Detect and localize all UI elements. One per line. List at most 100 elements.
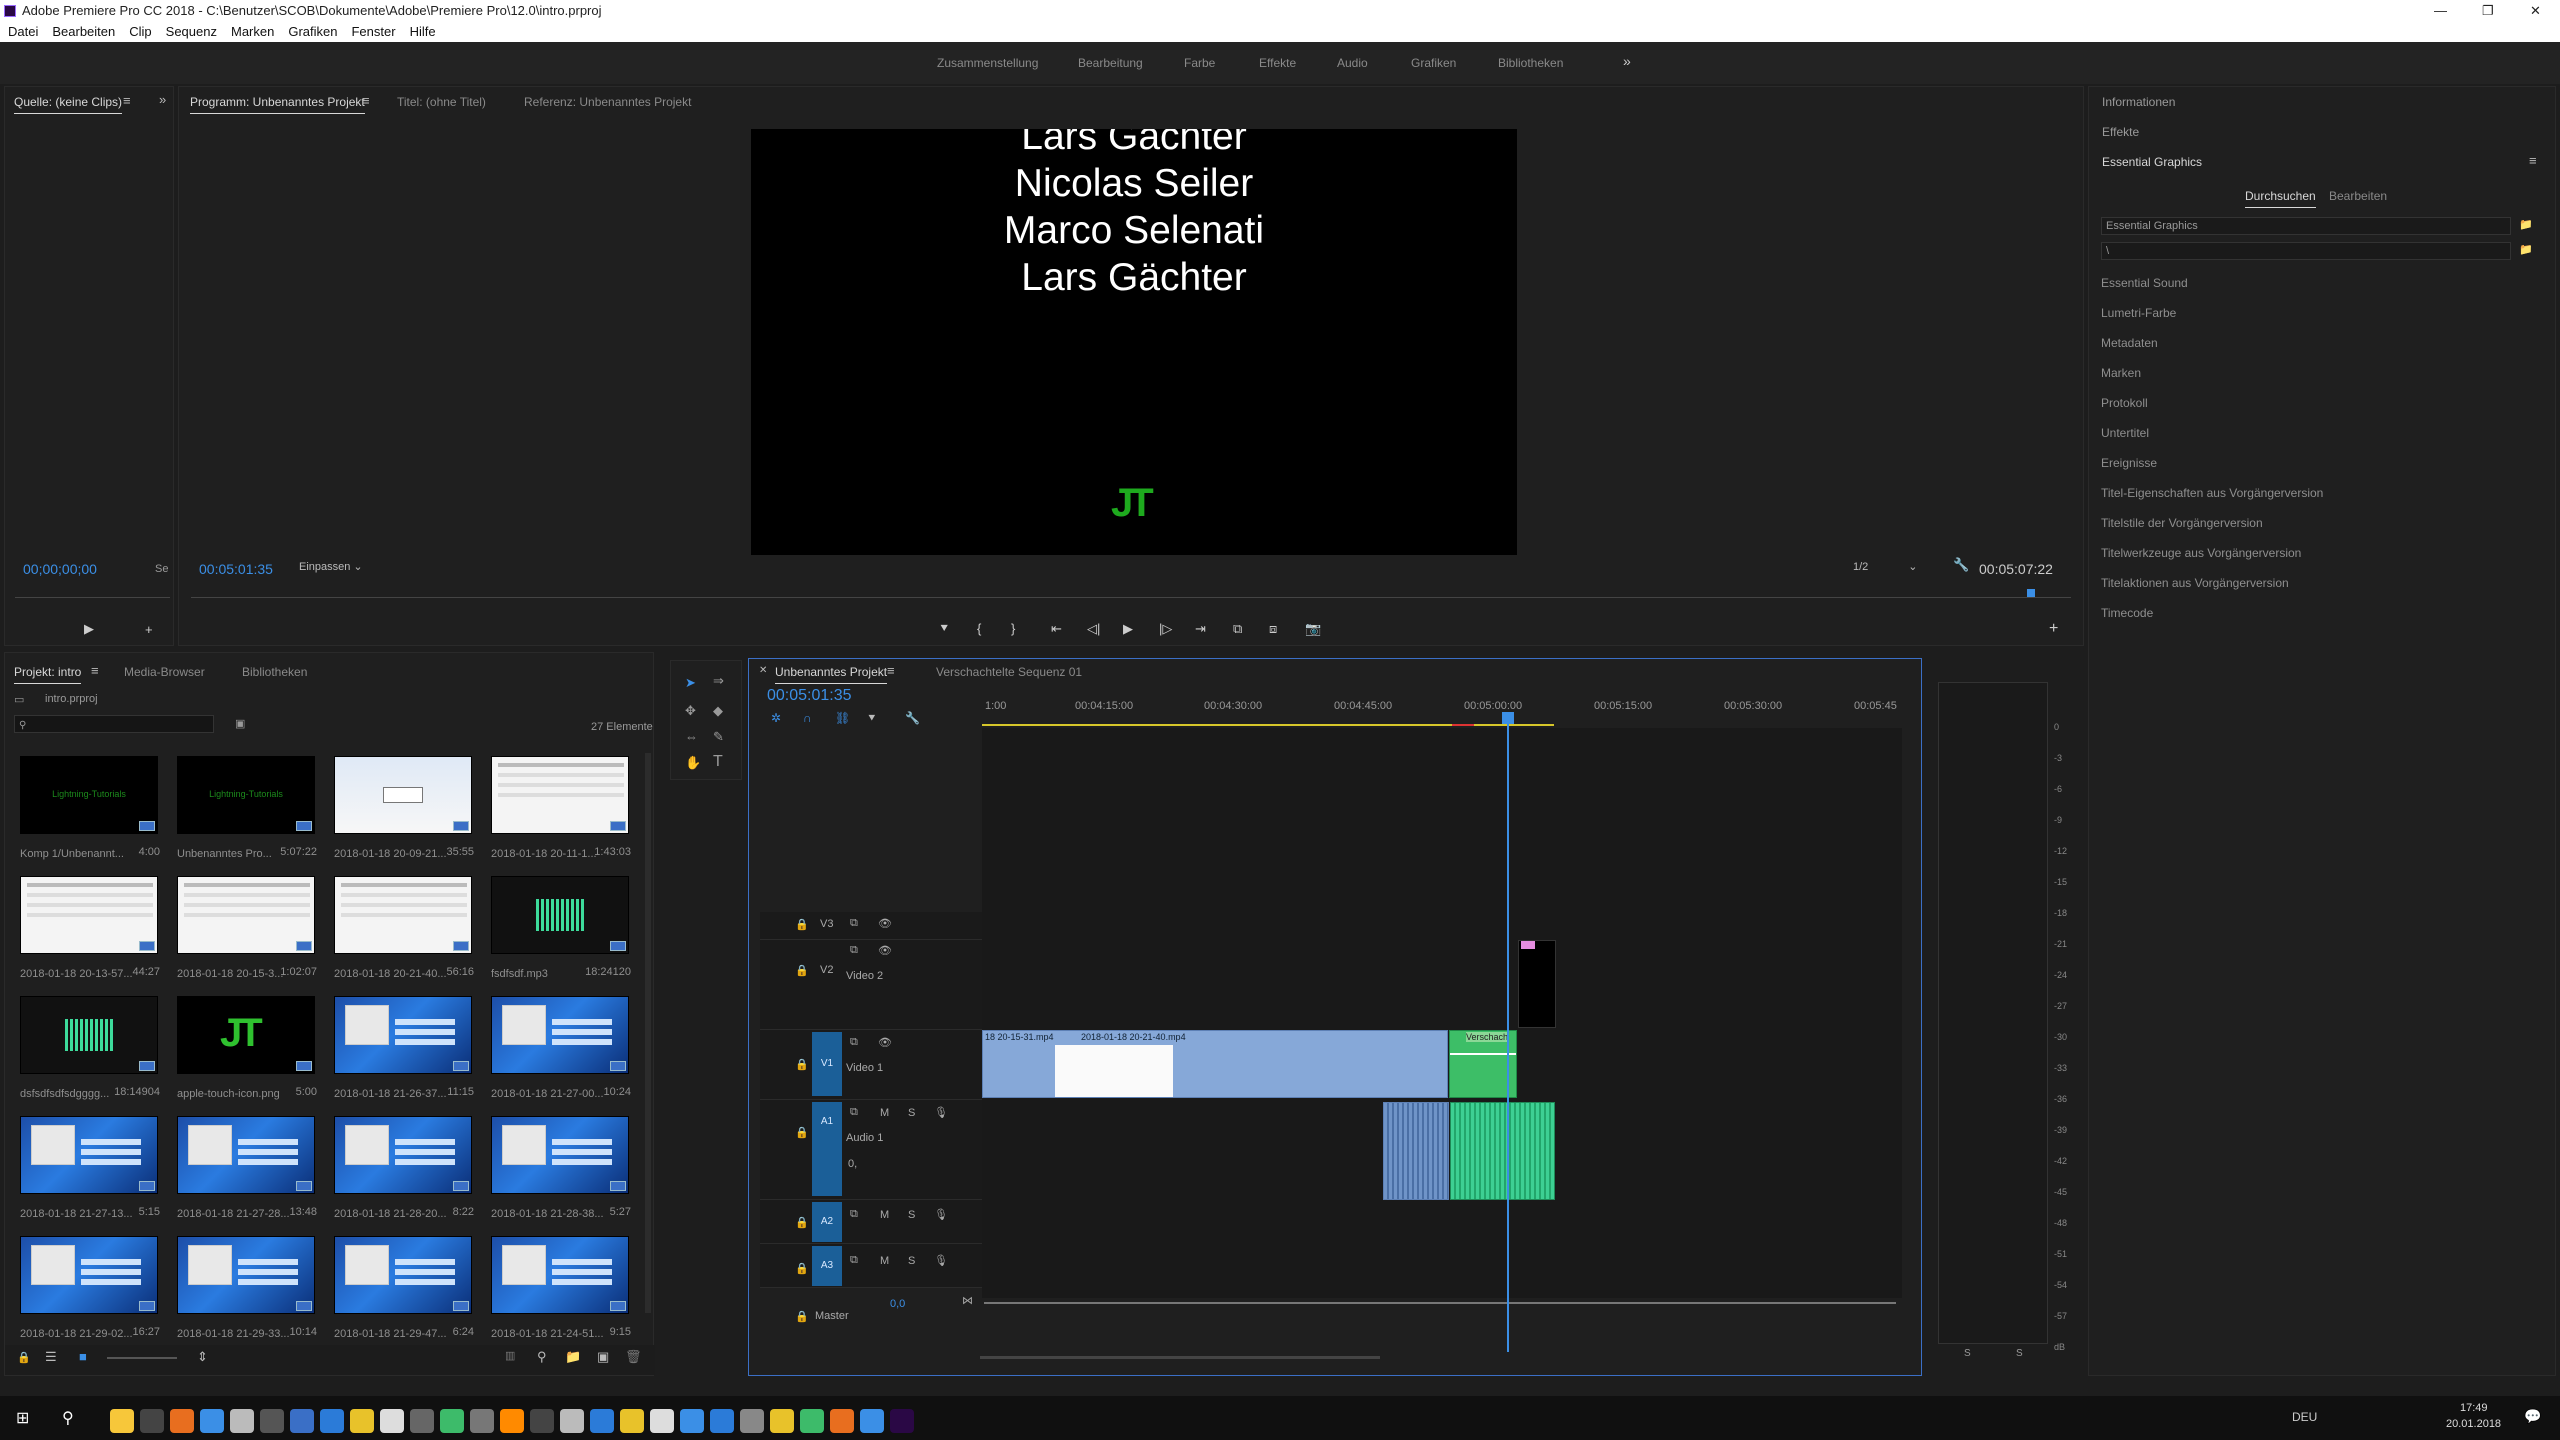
project-item-thumbnail[interactable] [491,756,629,834]
source-patch-v1[interactable]: V1 [812,1032,842,1096]
solo-button[interactable]: S [908,1255,915,1267]
right-panel-item[interactable]: Titelstile der Vorgängerversion [2101,516,2263,530]
eg-folder2-icon[interactable]: 📁 [2519,243,2533,256]
workspace-tab-grafiken[interactable]: Grafiken [1411,56,1456,70]
menu-datei[interactable]: Datei [8,24,38,39]
solo-button[interactable]: S [908,1107,915,1119]
sync-lock-icon[interactable]: ⧉ [850,1036,858,1049]
sync-lock-icon[interactable]: ⧉ [850,917,858,930]
premiere-icon[interactable] [890,1409,914,1433]
eg-path-dropdown[interactable]: \ [2101,242,2511,260]
panel-menu-icon[interactable]: ≡ [123,93,131,108]
app-icon[interactable] [770,1409,794,1433]
project-item-thumbnail[interactable]: Lightning-Tutorials [20,756,158,834]
app-icon[interactable] [590,1409,614,1433]
step-forward-icon[interactable]: |▷ [1159,621,1172,637]
solo-button[interactable]: S [908,1209,915,1221]
menu-hilfe[interactable]: Hilfe [410,24,436,39]
extract-icon[interactable]: ⧈ [1269,621,1277,637]
eye-icon[interactable]: 👁 [878,944,892,957]
clip-audio-nested[interactable] [1450,1102,1555,1200]
project-item-thumbnail[interactable] [177,1236,315,1314]
sync-lock-icon[interactable]: ⧉ [850,944,858,957]
mark-out-icon[interactable]: } [1011,621,1015,636]
program-timecode[interactable]: 00:05:01:35 [199,561,273,577]
menu-bearbeiten[interactable]: Bearbeiten [52,24,115,39]
mute-button[interactable]: M [880,1107,889,1119]
tray-language[interactable]: DEU [2292,1410,2317,1424]
project-item-thumbnail[interactable]: Lightning-Tutorials [177,756,315,834]
go-to-in-icon[interactable]: ⇤ [1051,621,1062,637]
right-panel-item[interactable]: Titelaktionen aus Vorgängerversion [2101,576,2289,590]
ripple-edit-icon[interactable]: ✥ [685,703,696,719]
panel-menu-icon[interactable]: ≡ [91,663,99,678]
lock-icon[interactable]: 🔒 [795,1126,809,1139]
meter-solo-right[interactable]: S [2016,1348,2023,1359]
add-marker-icon[interactable]: ⯆ [939,621,949,637]
project-search-input[interactable]: ⚲ [14,715,214,733]
app-icon[interactable] [290,1409,314,1433]
clip-audio-linked[interactable] [1383,1102,1449,1200]
tab-title[interactable]: Titel: (ohne Titel) [397,95,486,109]
project-scrollbar[interactable] [645,753,651,1313]
workspace-tab-farbe[interactable]: Farbe [1184,56,1215,70]
app-icon[interactable] [650,1409,674,1433]
mic-icon[interactable]: 🎙 [934,1106,948,1119]
right-panel-item[interactable]: Titel-Eigenschaften aus Vorgängerversion [2101,486,2323,500]
app-icon[interactable] [860,1409,884,1433]
app-icon[interactable] [620,1409,644,1433]
fit-dropdown[interactable]: Einpassen ⌄ [299,557,375,577]
tab-reference[interactable]: Referenz: Unbenanntes Projekt [524,95,691,109]
sync-lock-icon[interactable]: ⧉ [850,1106,858,1119]
project-item-thumbnail[interactable] [334,1116,472,1194]
tab-durchsuchen[interactable]: Durchsuchen [2245,189,2316,208]
new-bin-search-icon[interactable]: ▣ [235,717,245,730]
project-item-thumbnail[interactable] [334,756,472,834]
minimize-icon[interactable]: — [2434,0,2447,22]
pen-tool-icon[interactable]: ✎ [713,729,724,745]
app-icon[interactable] [710,1409,734,1433]
program-scrub-bar[interactable] [191,597,2071,598]
work-area-bar[interactable] [982,724,1452,726]
lock-icon[interactable]: 🔒 [17,1351,31,1364]
trash-icon[interactable]: 🗑 [625,1349,642,1365]
project-item-thumbnail[interactable] [491,1116,629,1194]
mute-button[interactable]: M [880,1255,889,1267]
app-icon[interactable] [560,1409,584,1433]
razor-tool-icon[interactable]: ◆ [713,703,723,719]
tab-source[interactable]: Quelle: (keine Clips) [14,95,123,114]
linked-selection-icon[interactable]: ⛓ [835,711,850,725]
lock-icon[interactable]: 🔒 [795,1262,809,1275]
app-icon[interactable] [410,1409,434,1433]
source-scrub-bar[interactable] [15,597,170,598]
project-item-thumbnail[interactable] [177,876,315,954]
track-tag-a3[interactable]: A3 [812,1246,842,1286]
app-icon[interactable] [380,1409,404,1433]
master-volume[interactable]: 0,0 [890,1298,905,1310]
app-icon[interactable] [320,1409,344,1433]
right-panel-item[interactable]: Timecode [2101,606,2153,620]
right-panel-item[interactable]: Ereignisse [2101,456,2157,470]
right-panel-item[interactable]: Untertitel [2101,426,2149,440]
app-icon[interactable] [230,1409,254,1433]
source-play-icon[interactable]: ▶ [84,621,94,637]
source-timecode[interactable]: 00;00;00;00 [23,561,97,577]
tab-bearbeiten[interactable]: Bearbeiten [2329,189,2387,203]
track-tag-a2[interactable]: A2 [812,1202,842,1242]
eye-icon[interactable]: 👁 [878,1036,892,1049]
playhead-handle[interactable] [1502,712,1514,724]
search-icon[interactable]: ⚲ [62,1408,74,1428]
mark-in-icon[interactable]: { [977,621,981,636]
chrome-icon[interactable] [350,1409,374,1433]
workspace-tab-bibliotheken[interactable]: Bibliotheken [1498,56,1563,70]
tab-libraries[interactable]: Bibliotheken [242,665,307,679]
mic-icon[interactable]: 🎙 [934,1254,948,1267]
firefox-icon[interactable] [170,1409,194,1433]
windows-start-icon[interactable]: ⊞ [16,1408,29,1428]
essential-graphics-title[interactable]: Essential Graphics [2102,155,2202,169]
menu-clip[interactable]: Clip [129,24,151,39]
tab-sequence[interactable]: Unbenanntes Projekt [775,665,888,684]
source-add-icon[interactable]: + [145,622,153,637]
lock-icon[interactable]: 🔒 [795,1216,809,1229]
tab-program[interactable]: Programm: Unbenanntes Projekt [190,95,365,114]
